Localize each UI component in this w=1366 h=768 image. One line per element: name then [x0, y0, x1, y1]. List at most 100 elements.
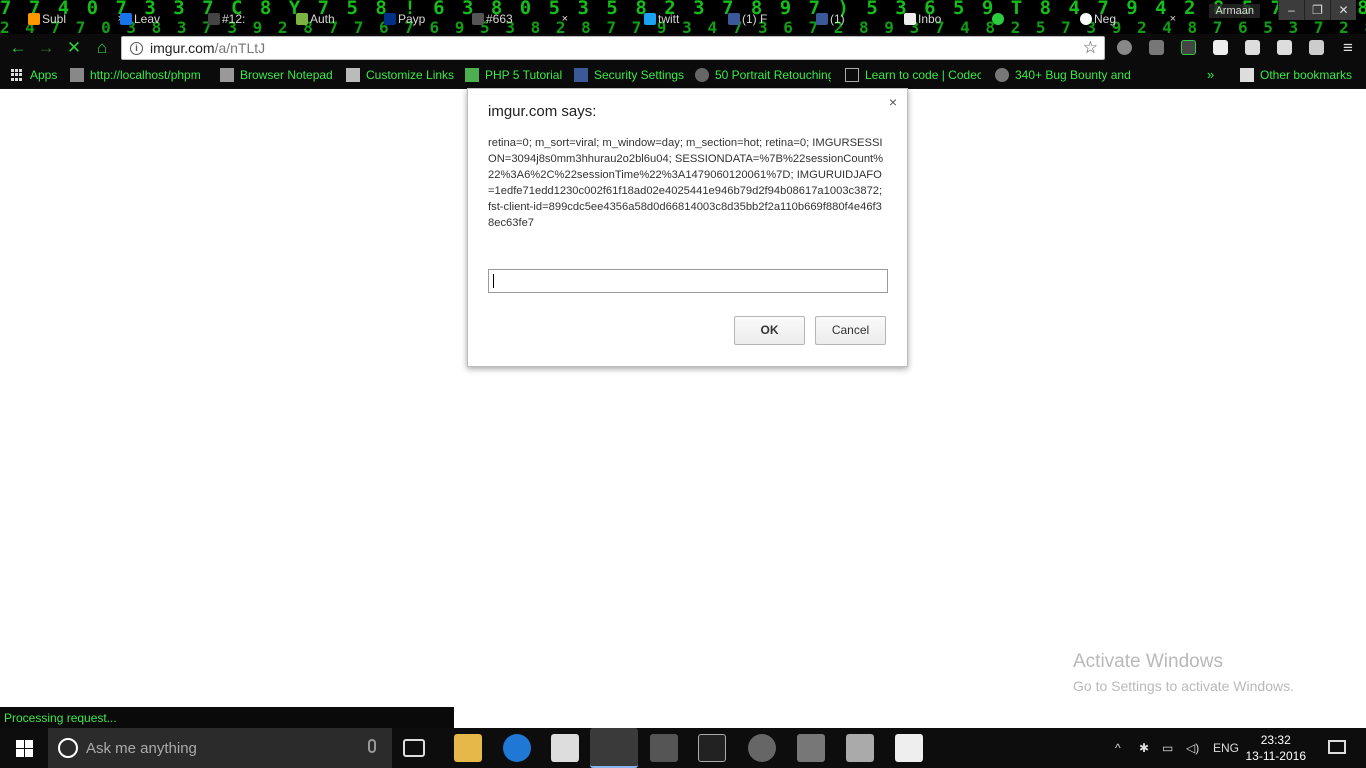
clapperboard-icon[interactable]: [895, 734, 923, 762]
tab-title: Subl: [42, 12, 67, 26]
bookmark-label: 50 Portrait Retouching: [715, 68, 831, 82]
wifi-icon[interactable]: ✱: [1139, 728, 1149, 768]
folder-icon: [1240, 68, 1254, 82]
status-bubble: Processing request...: [0, 707, 454, 729]
tab-title: Neg: [1094, 12, 1117, 26]
bookmark-customize-links[interactable]: Customize Links: [346, 68, 454, 82]
home-icon[interactable]: ⌂: [92, 38, 112, 58]
tab-close-icon[interactable]: ×: [1170, 13, 1176, 25]
film-strip-icon[interactable]: [846, 734, 874, 762]
image-viewer-icon[interactable]: [797, 734, 825, 762]
bookmark-label: Other bookmarks: [1260, 68, 1353, 82]
bookmark-label: PHP 5 Tutorial: [485, 68, 563, 82]
extension-play-icon[interactable]: [1213, 40, 1228, 55]
bookmark-security-settings[interactable]: Security Settings: [574, 68, 684, 82]
bookmark-star-icon[interactable]: ☆: [1083, 38, 1098, 58]
extension-link-icon[interactable]: [1309, 40, 1324, 55]
bookmark-other-bookmarks[interactable]: Other bookmarks: [1240, 68, 1352, 82]
windows-taskbar: Ask me anything ^ ✱ ▭ ◁) ENG 23:32 13-11…: [0, 728, 1366, 768]
profile-name[interactable]: Armaan: [1209, 4, 1260, 18]
facebook-icon: [574, 68, 588, 82]
chrome-taskbar-icon[interactable]: [590, 728, 638, 768]
windows-grid-icon: [346, 68, 360, 82]
clock-time: 23:32: [1260, 733, 1291, 747]
file-explorer-icon[interactable]: [454, 734, 482, 762]
watermark-subtitle: Go to Settings to activate Windows.: [1073, 678, 1294, 694]
prompt-input[interactable]: [488, 269, 888, 293]
cortana-search-box[interactable]: Ask me anything: [48, 728, 392, 768]
language-indicator[interactable]: ENG: [1213, 728, 1239, 768]
extension-page-icon[interactable]: [1245, 40, 1260, 55]
bookmark-portrait-retouching[interactable]: 50 Portrait Retouching: [695, 68, 831, 82]
extension-badge-icon[interactable]: [1181, 40, 1196, 55]
extension-copy-icon[interactable]: [1277, 40, 1292, 55]
minimize-icon[interactable]: –: [1278, 0, 1304, 20]
bookmark-label: Apps: [30, 68, 58, 82]
tray-chevron-icon[interactable]: ^: [1115, 728, 1121, 768]
tab-close-icon[interactable]: ×: [562, 13, 568, 25]
microphone-icon[interactable]: [368, 739, 376, 753]
action-center-icon[interactable]: [1328, 740, 1346, 754]
bookmark-apps[interactable]: Apps: [11, 68, 57, 82]
battery-icon[interactable]: ▭: [1162, 728, 1173, 768]
watermark-title: Activate Windows: [1073, 651, 1223, 672]
bookmark-bug-bounty[interactable]: 340+ Bug Bounty and: [995, 68, 1131, 82]
bookmark-label: Customize Links: [366, 68, 455, 82]
store-icon[interactable]: [551, 734, 579, 762]
bookmark-label: http://localhost/phpm: [90, 68, 201, 82]
restore-icon[interactable]: ❐: [1304, 0, 1330, 20]
page-favicon-icon: [472, 13, 484, 25]
js-prompt-dialog: imgur.com says: × retina=0; m_sort=viral…: [467, 88, 908, 367]
volume-icon[interactable]: ◁): [1186, 728, 1199, 768]
forward-arrow-icon[interactable]: →: [36, 38, 56, 58]
gmail-favicon-icon: [904, 13, 916, 25]
search-placeholder: Ask me anything: [86, 739, 197, 757]
facebook-favicon-icon: [816, 13, 828, 25]
system-clock[interactable]: 23:32 13-11-2016: [1246, 732, 1307, 764]
codecademy-icon: [845, 68, 859, 82]
tab-title: Payp: [398, 12, 426, 26]
edge-browser-icon[interactable]: [503, 734, 531, 762]
bookmarks-bar: Apps http://localhost/phpm Browser Notep…: [0, 62, 1366, 89]
page-favicon-icon: [120, 13, 132, 25]
tab-title: Auth: [310, 12, 335, 26]
info-icon[interactable]: i: [130, 41, 143, 55]
bookmark-learn-to-code[interactable]: Learn to code | Codec: [845, 68, 981, 82]
github-favicon-icon: [208, 13, 220, 25]
activation-watermark: Activate Windows Go to Settings to activ…: [1073, 651, 1294, 694]
bookmark-label: 340+ Bug Bounty and: [1015, 68, 1131, 82]
google-favicon-icon: [1080, 13, 1092, 25]
bookmark-label: Learn to code | Codec: [865, 68, 981, 82]
bug-icon: [995, 68, 1009, 82]
bookmarks-overflow-chevron-icon[interactable]: »: [1207, 67, 1214, 82]
close-icon[interactable]: ×: [889, 94, 897, 110]
w3schools-icon: [465, 68, 479, 82]
back-arrow-icon[interactable]: ←: [8, 38, 28, 58]
browser-tab[interactable]: Neg ×: [1068, 4, 1186, 34]
ok-button[interactable]: OK: [734, 316, 805, 345]
clock-date: 13-11-2016: [1245, 749, 1307, 763]
bookmark-localhost[interactable]: http://localhost/phpm: [70, 68, 204, 82]
extension-globe-icon[interactable]: [1117, 40, 1132, 55]
url-host: imgur.com: [150, 40, 215, 56]
cancel-button[interactable]: Cancel: [815, 316, 886, 345]
windows-start-icon[interactable]: [0, 728, 48, 768]
notepad-icon: [220, 68, 234, 82]
bookmark-php-tutorial[interactable]: PHP 5 Tutorial: [465, 68, 562, 82]
firefox-icon[interactable]: [748, 734, 776, 762]
bluetooth-app-icon[interactable]: [650, 734, 678, 762]
dialog-message: retina=0; m_sort=viral; m_window=day; m_…: [488, 137, 884, 229]
phpmyadmin-icon: [70, 68, 84, 82]
bookmark-browser-notepad[interactable]: Browser Notepad: [220, 68, 333, 82]
terminal-icon[interactable]: [698, 734, 726, 762]
browser-tab[interactable]: #663 ×: [460, 4, 578, 34]
close-window-icon[interactable]: ✕: [1330, 0, 1356, 20]
sublime-favicon-icon: [28, 13, 40, 25]
cortana-icon: [58, 738, 78, 758]
paypal-favicon-icon: [384, 13, 396, 25]
chrome-menu-icon[interactable]: ≡: [1338, 38, 1358, 58]
extension-notepad-icon[interactable]: [1149, 40, 1164, 55]
task-view-icon[interactable]: [403, 739, 425, 757]
address-bar[interactable]: i imgur.com/a/nTLtJ ☆: [121, 36, 1105, 60]
stop-loading-icon[interactable]: ✕: [64, 38, 84, 58]
